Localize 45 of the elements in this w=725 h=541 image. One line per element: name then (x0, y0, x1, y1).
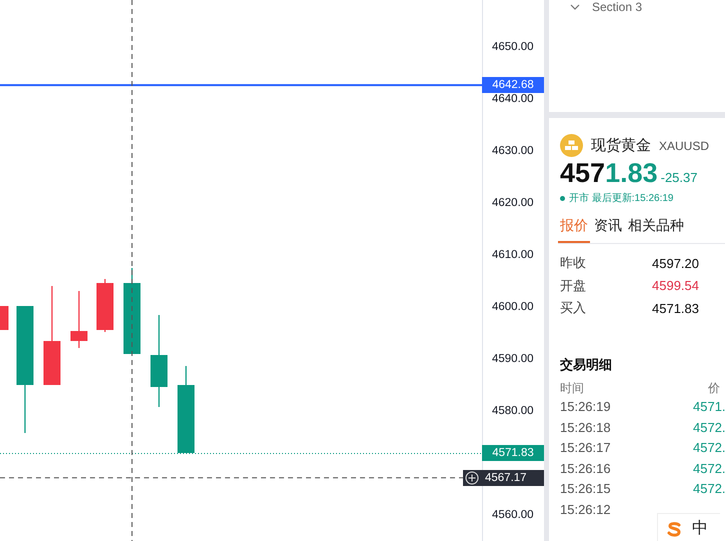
price-axis-label: 4590.00 (492, 352, 534, 367)
stat-value: 4599.54 (652, 278, 699, 294)
trades-title: 交易明细 (560, 356, 613, 374)
market-status: 开市 最后更新:15:26:19 (569, 192, 674, 205)
stat-label: 昨收 (560, 254, 587, 272)
status-dot (560, 196, 565, 200)
price-axis-label: 4610.00 (492, 248, 534, 263)
current-price: 4571.83 (560, 158, 658, 189)
ime-logo-icon[interactable] (666, 520, 682, 536)
candle (0, 306, 8, 330)
trade-time: 15:26:18 (560, 420, 611, 435)
section-header[interactable]: Section 3 (549, 0, 725, 13)
price-axis-label: 4560.00 (492, 508, 534, 523)
column-header: 时间 (560, 380, 584, 396)
trade-time: 15:26:16 (560, 460, 611, 476)
trade-price: 4572. (693, 440, 725, 456)
candle (96, 279, 114, 332)
trade-price: 4572. (693, 481, 725, 496)
price-axis-label: 4640.00 (492, 92, 534, 107)
column-header: 价 (708, 380, 720, 396)
candle (70, 291, 88, 348)
price-axis-label: 4650.00 (492, 40, 534, 55)
ingots-icon (560, 134, 583, 157)
price-axis-label: 4630.00 (492, 144, 534, 159)
stat-label: 买入 (560, 299, 587, 318)
price-axis-label: 4580.00 (492, 404, 534, 419)
add-alert-icon[interactable] (465, 470, 479, 485)
trade-price: 4571. (693, 399, 725, 414)
trade-price: 4572. (693, 420, 725, 435)
trade-time: 15:26:17 (560, 440, 611, 456)
instrument-name: 现货黄金 (591, 136, 651, 155)
price-change: -25.37 (660, 170, 698, 185)
trade-time: 15:26:15 (560, 481, 611, 496)
stat-label: 开盘 (560, 276, 587, 295)
tab[interactable]: 相关品种 (626, 213, 686, 243)
ime-mode-toggle[interactable]: 中 (692, 518, 708, 539)
trade-time: 15:26:19 (560, 399, 611, 414)
stat-value: 4571.83 (652, 300, 699, 316)
instrument-symbol: XAUUSD (659, 138, 710, 152)
tab[interactable]: 资讯 (592, 213, 624, 243)
trade-price: 4572. (693, 460, 725, 476)
price-axis-label: 4600.00 (492, 300, 534, 315)
stat-value: 4597.20 (652, 256, 699, 271)
price-axis-label: 4620.00 (492, 196, 534, 211)
trade-time: 15:26:12 (560, 502, 611, 517)
